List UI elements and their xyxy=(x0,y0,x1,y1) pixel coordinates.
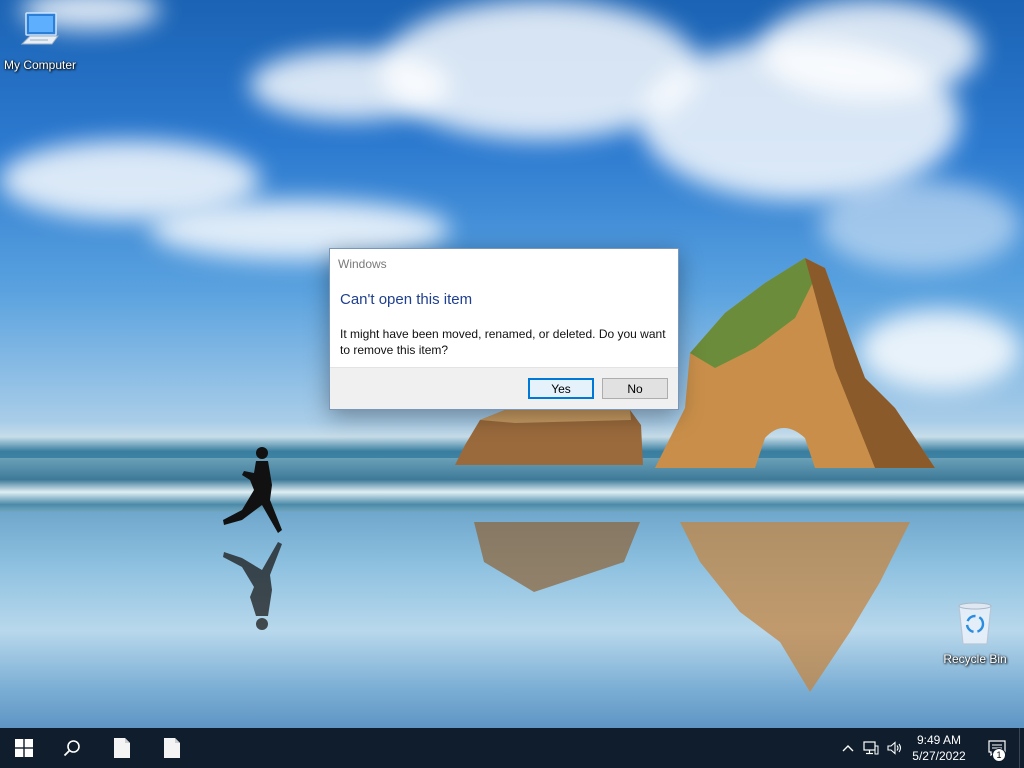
document-icon xyxy=(164,738,180,758)
dialog-message: It might have been moved, renamed, or de… xyxy=(340,327,666,357)
recycle-bin-icon xyxy=(958,602,992,645)
volume-button[interactable] xyxy=(884,728,906,768)
desktop-icon-my-computer[interactable]: My Computer xyxy=(0,10,80,72)
dialog-footer: Yes No xyxy=(330,367,678,409)
yes-button[interactable]: Yes xyxy=(528,378,594,399)
start-button[interactable] xyxy=(0,728,48,768)
volume-icon xyxy=(887,741,902,755)
clock-time: 9:49 AM xyxy=(916,733,962,747)
desktop-icon-label: My Computer xyxy=(3,58,77,72)
sea-rock-arch xyxy=(655,258,935,468)
taskbar-pinned-document[interactable] xyxy=(148,728,196,768)
desktop-icon-recycle-bin[interactable]: Recycle Bin xyxy=(935,600,1015,666)
desktop-icon-label: Recycle Bin xyxy=(943,652,1007,666)
clock-date: 5/27/2022 xyxy=(912,749,966,763)
search-button[interactable] xyxy=(48,728,96,768)
chevron-up-icon xyxy=(842,745,854,752)
taskbar: 9:49 AM 5/27/2022 1 xyxy=(0,728,1024,768)
runner-reflection xyxy=(223,542,282,630)
document-icon xyxy=(114,738,130,758)
cloud xyxy=(760,0,980,100)
show-hidden-icons-button[interactable] xyxy=(838,728,858,768)
notification-count-badge: 1 xyxy=(992,748,1006,762)
network-button[interactable] xyxy=(861,728,881,768)
taskbar-clock[interactable]: 9:49 AM 5/27/2022 xyxy=(904,732,974,764)
error-dialog: Windows Can't open this item It might ha… xyxy=(329,248,679,410)
runner-silhouette xyxy=(223,447,282,533)
search-icon xyxy=(63,740,80,757)
dialog-heading: Can't open this item xyxy=(340,291,473,308)
rock-reflection xyxy=(680,522,910,692)
windows-logo-icon xyxy=(15,739,33,757)
computer-icon xyxy=(20,12,59,45)
network-icon xyxy=(863,741,879,755)
sea-rock xyxy=(455,408,643,465)
no-button[interactable]: No xyxy=(602,378,668,399)
show-desktop-button[interactable] xyxy=(1019,728,1024,768)
cloud xyxy=(820,180,1020,270)
taskbar-pinned-document[interactable] xyxy=(98,728,146,768)
dialog-title: Windows xyxy=(338,257,387,271)
rock-reflection xyxy=(474,522,640,592)
